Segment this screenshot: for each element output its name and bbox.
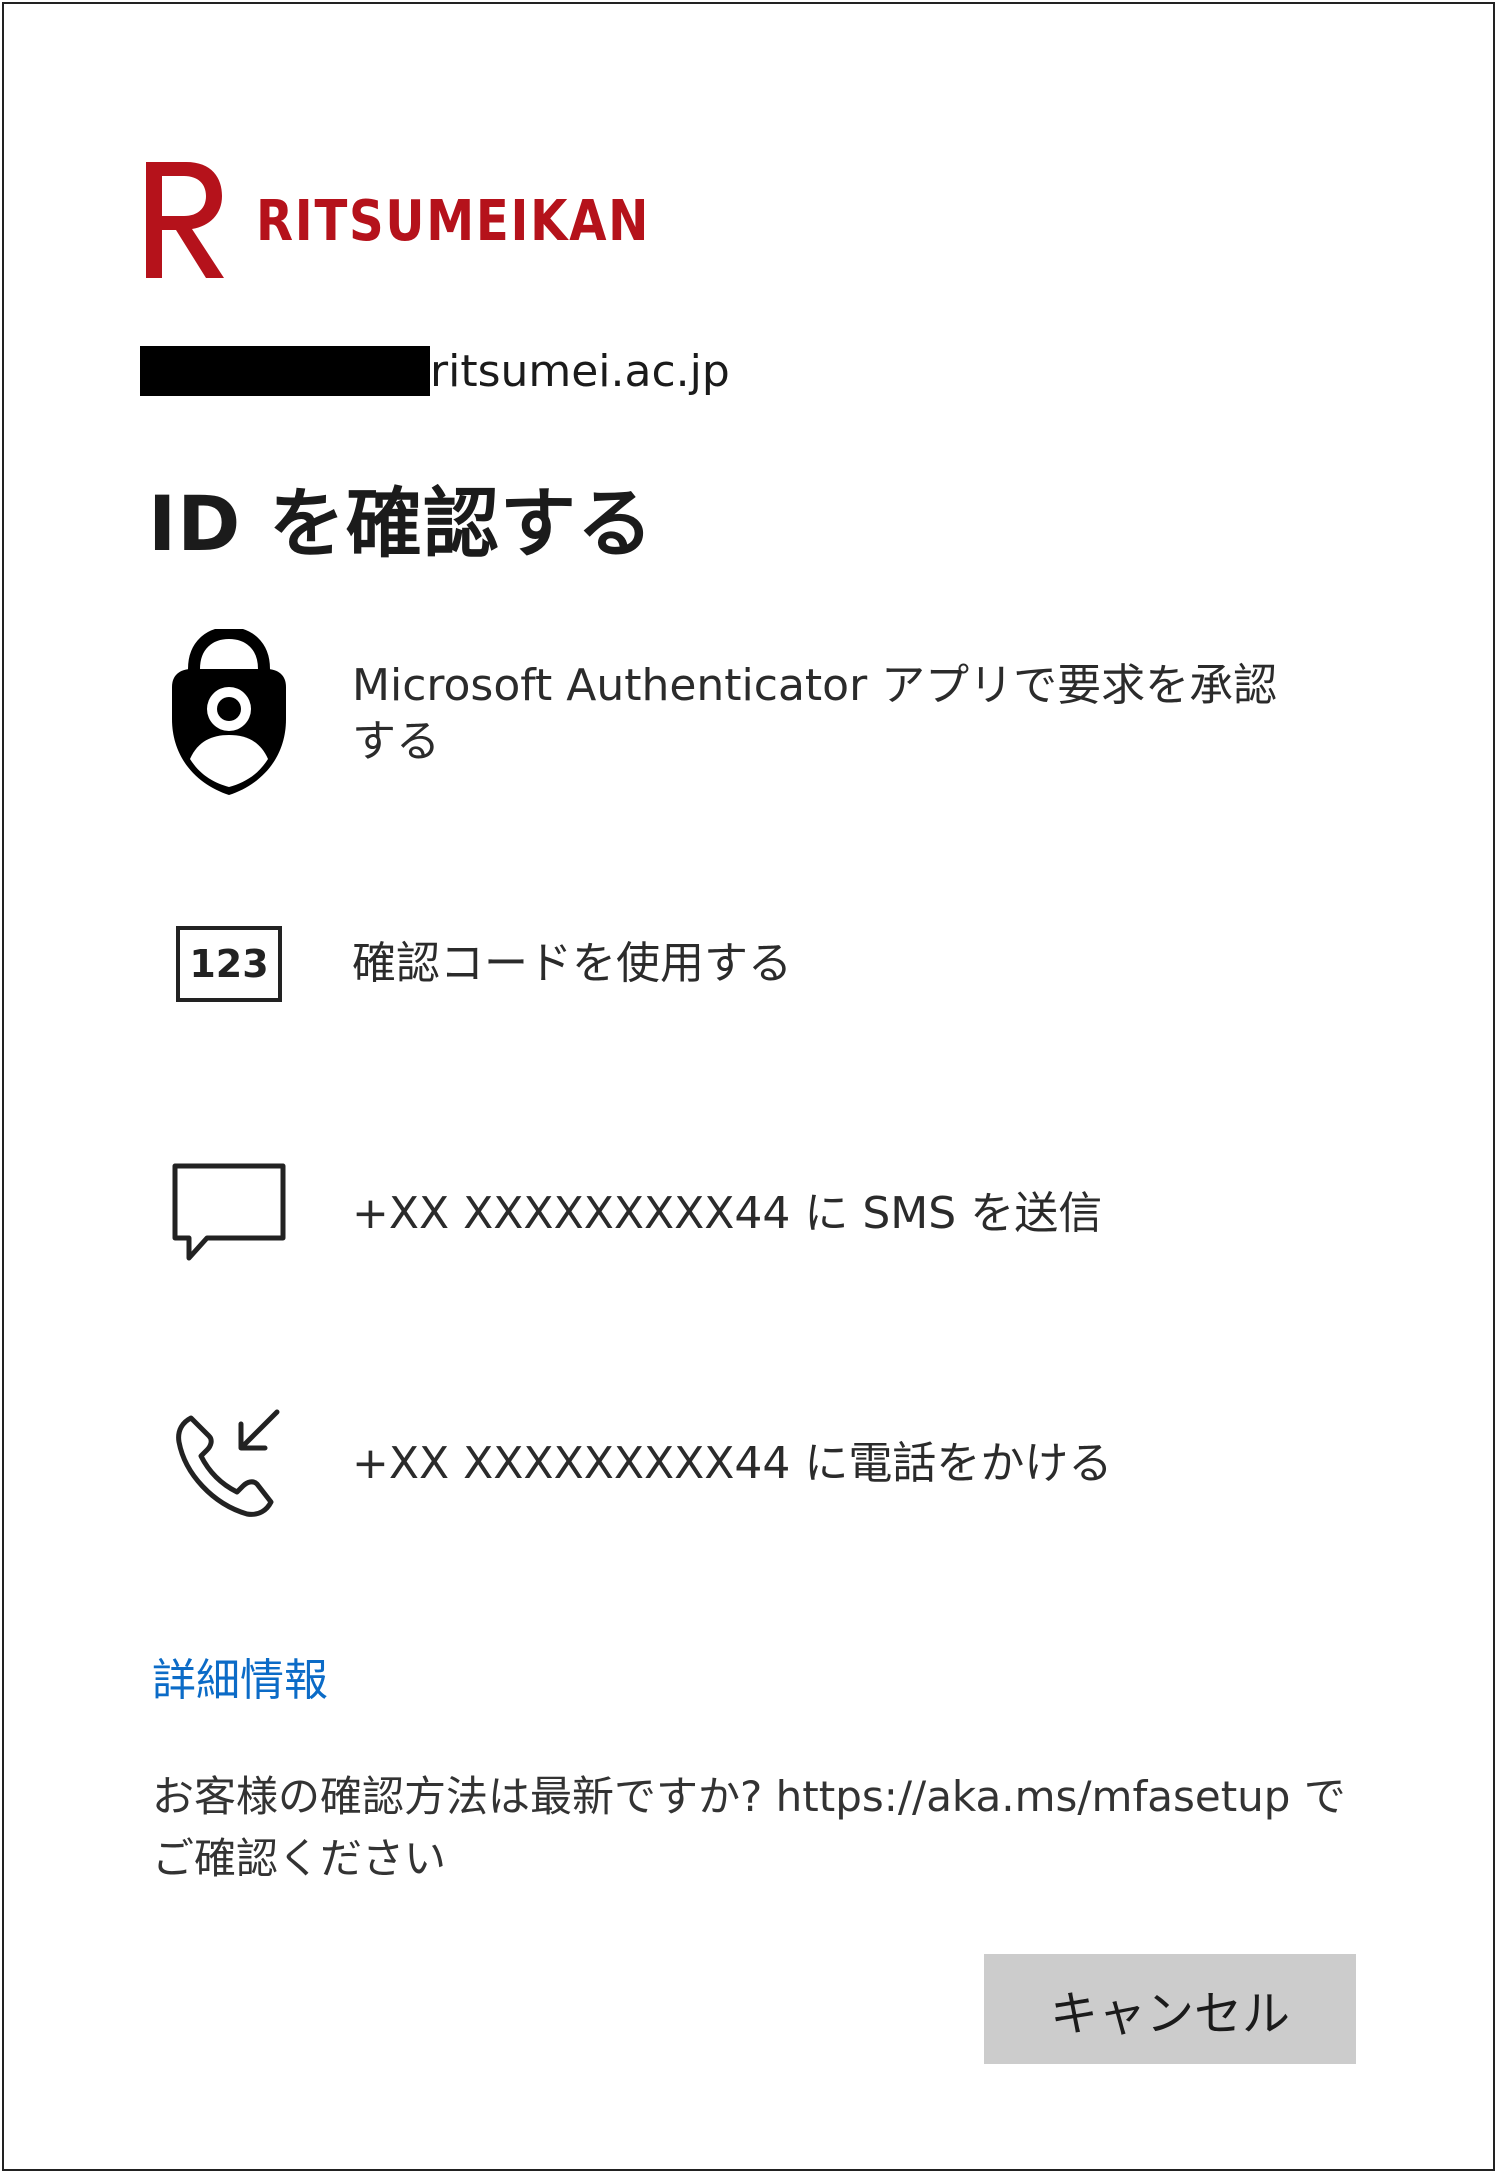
option-verification-code[interactable]: 123 確認コードを使用する bbox=[144, 914, 1344, 1014]
sign-in-dialog: RITSUMEIKAN ritsumei.ac.jp ID を確認する Micr… bbox=[2, 2, 1495, 2171]
mfa-setup-note: お客様の確認方法は最新ですか? https://aka.ms/mfasetup … bbox=[152, 1772, 1346, 1883]
brand-name: RITSUMEIKAN bbox=[256, 189, 651, 254]
redacted-username bbox=[140, 346, 430, 396]
ritsumeikan-logo: RITSUMEIKAN bbox=[142, 152, 714, 282]
more-info-link[interactable]: 詳細情報 bbox=[152, 1644, 328, 1708]
account-domain: ritsumei.ac.jp bbox=[430, 345, 730, 397]
ritsumeikan-r-mark bbox=[146, 162, 224, 278]
option-phone-call[interactable]: +XX XXXXXXXXX44 に電話をかける bbox=[144, 1404, 1344, 1524]
authenticator-lock-icon bbox=[144, 629, 314, 799]
code-box: 123 bbox=[176, 926, 282, 1002]
chat-bubble-icon bbox=[144, 1162, 314, 1266]
cancel-button[interactable]: キャンセル bbox=[984, 1954, 1356, 2064]
option-label: 確認コードを使用する bbox=[352, 938, 792, 989]
account-identifier: ritsumei.ac.jp bbox=[140, 344, 730, 398]
option-label: Microsoft Authenticator アプリで要求を承認する bbox=[352, 660, 1278, 767]
option-sms[interactable]: +XX XXXXXXXXX44 に SMS を送信 bbox=[144, 1154, 1344, 1274]
option-label: +XX XXXXXXXXX44 に電話をかける bbox=[352, 1438, 1113, 1489]
option-authenticator-app[interactable]: Microsoft Authenticator アプリで要求を承認する bbox=[144, 624, 1344, 804]
option-label: +XX XXXXXXXXX44 に SMS を送信 bbox=[352, 1188, 1103, 1239]
verification-code-icon: 123 bbox=[144, 926, 314, 1002]
phone-incoming-icon bbox=[144, 1404, 314, 1524]
page-title: ID を確認する bbox=[148, 479, 654, 568]
